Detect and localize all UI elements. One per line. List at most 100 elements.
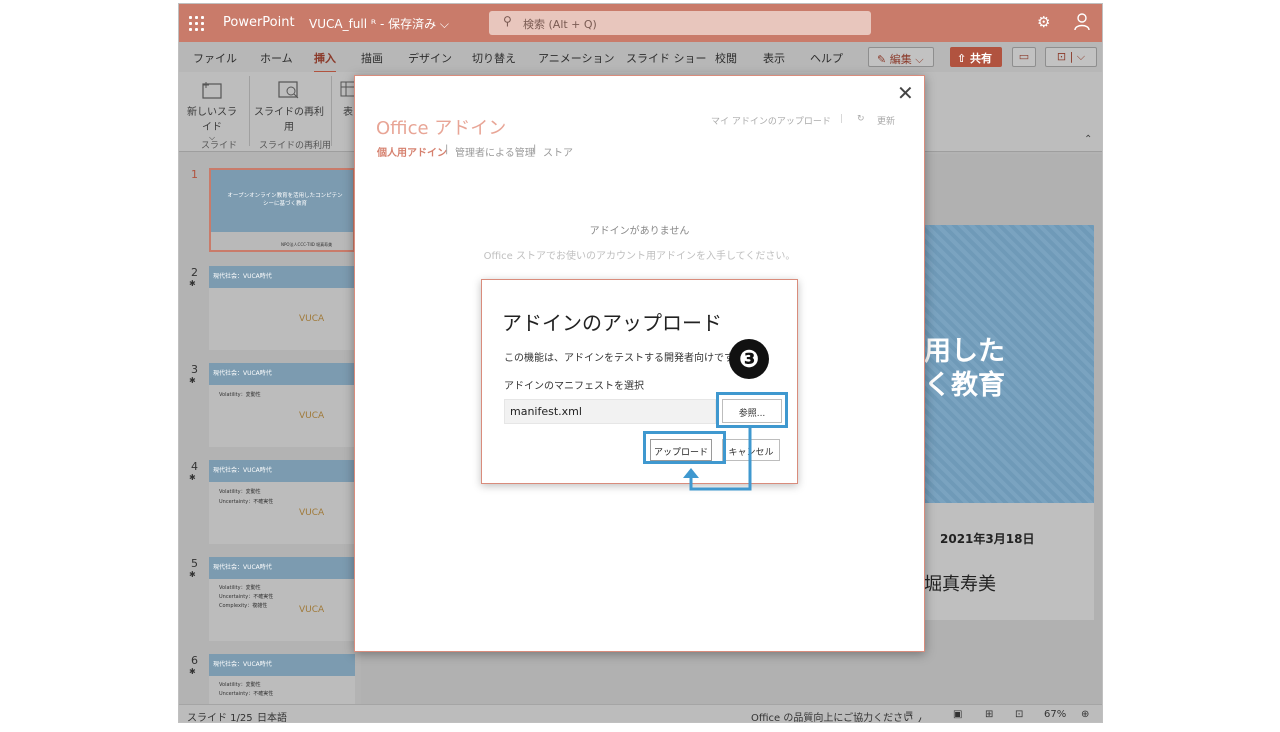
animation-star-icon: ✱ bbox=[189, 376, 196, 385]
fit-to-window-icon[interactable]: ⊕ bbox=[1081, 709, 1089, 720]
bullet-uncertainty: Uncertainty：不確実性 bbox=[219, 499, 274, 505]
slide-sorter-icon[interactable]: ⊞ bbox=[985, 709, 993, 720]
slide-thumbnail-panel: 1 オープンオンライン教育を活用したコンピテンシーに基づく教育 NPO法人CCC… bbox=[179, 154, 359, 722]
notes-label: ノート bbox=[913, 717, 924, 723]
normal-view-icon[interactable]: ▣ bbox=[953, 709, 962, 720]
tab-design[interactable]: デザイン bbox=[408, 50, 452, 66]
tab-review[interactable]: 校閲 bbox=[715, 50, 737, 66]
comments-icon[interactable]: ▭ bbox=[1012, 47, 1036, 67]
upload-my-addin-link[interactable]: マイ アドインのアップロード bbox=[711, 114, 831, 127]
bullet-uncertainty: Uncertainty：不確実性 bbox=[219, 594, 274, 600]
bullet-volatility: Volatility：変動性 bbox=[219, 585, 261, 591]
feedback-link[interactable]: Office の品質向上にご協力ください bbox=[751, 709, 913, 722]
new-slide-button[interactable]: 新しいスライド ⌵ bbox=[185, 80, 239, 143]
bullet-complexity: Complexity：複雑性 bbox=[219, 603, 268, 609]
new-slide-label: 新しいスライド bbox=[187, 107, 237, 133]
main-slide[interactable]: 用した く教育 2021年3月18日 堀真寿美 bbox=[924, 225, 1094, 620]
tab-transitions[interactable]: 切り替え bbox=[472, 50, 516, 66]
main-slide-title-line-2: く教育 bbox=[924, 369, 1005, 401]
tab-admin-managed[interactable]: 管理者による管理 bbox=[455, 144, 535, 159]
slide-thumbnail-3[interactable]: 現代社会：VUCA時代 Volatility：変動性 VUCA bbox=[209, 363, 355, 447]
edit-mode-button[interactable]: ✎ 編集 ⌵ bbox=[868, 47, 934, 67]
slide-title-band: 現代社会：VUCA時代 bbox=[209, 557, 355, 579]
tab-personal-addins[interactable]: 個人用アドイン bbox=[377, 144, 447, 159]
slide-thumbnail-2[interactable]: 現代社会：VUCA時代 VUCA bbox=[209, 266, 355, 350]
search-placeholder: 検索 (Alt + Q) bbox=[523, 18, 597, 31]
refresh-link[interactable]: 更新 bbox=[877, 114, 895, 127]
main-slide-date: 2021年3月18日 bbox=[940, 532, 1035, 546]
bullet-uncertainty: Uncertainty：不確実性 bbox=[219, 691, 274, 697]
tab-file[interactable]: ファイル bbox=[193, 50, 237, 66]
tab-view[interactable]: 表示 bbox=[763, 50, 785, 66]
slide-title-band: 現代社会：VUCA時代 bbox=[209, 363, 355, 385]
slide-counter: スライド 1/25 bbox=[187, 713, 253, 723]
ribbon-divider bbox=[331, 76, 332, 146]
collapse-ribbon-icon[interactable]: ⌃ bbox=[1084, 134, 1092, 145]
notes-button[interactable]: ≡ ノート bbox=[905, 709, 923, 722]
manifest-file-field[interactable]: manifest.xml bbox=[504, 399, 716, 424]
callout-arrow-icon bbox=[683, 426, 752, 491]
slide-thumbnail-5[interactable]: 現代社会：VUCA時代 Volatility：変動性 Uncertainty：不… bbox=[209, 557, 355, 641]
animation-star-icon: ✱ bbox=[189, 667, 196, 676]
language-indicator[interactable]: 日本語 bbox=[257, 709, 287, 722]
slide-title: 現代社会：VUCA時代 bbox=[213, 370, 272, 377]
slide-title: 現代社会：VUCA時代 bbox=[213, 467, 272, 474]
slide-title-band: 現代社会：VUCA時代 bbox=[209, 654, 355, 676]
search-box[interactable]: ⚲ 検索 (Alt + Q) bbox=[489, 11, 871, 35]
reuse-slide-label: スライドの再利用 bbox=[254, 107, 324, 133]
reading-view-icon[interactable]: ⊡ bbox=[1015, 709, 1023, 720]
empty-state-title: アドインがありません bbox=[589, 226, 690, 237]
slide-1-footer: NPO法人CCC-TIID 堀真寿美 bbox=[281, 242, 333, 247]
slide-number: 1 bbox=[191, 168, 198, 181]
search-icon: ⚲ bbox=[503, 14, 512, 28]
main-slide-title: 用した く教育 bbox=[924, 335, 1005, 403]
vuca-graphic: VUCA bbox=[299, 314, 325, 324]
upload-dialog-title: アドインのアップロード bbox=[502, 311, 722, 335]
tab-slideshow[interactable]: スライド ショー bbox=[626, 50, 707, 66]
slide-title-band: 現代社会：VUCA時代 bbox=[209, 266, 355, 288]
animation-star-icon: ✱ bbox=[189, 279, 196, 288]
tab-home[interactable]: ホーム bbox=[260, 50, 293, 66]
share-button[interactable]: ⇧ 共有 bbox=[950, 47, 1002, 67]
vuca-graphic: VUCA bbox=[299, 605, 325, 615]
app-name: PowerPoint bbox=[223, 15, 295, 30]
tab-insert[interactable]: 挿入 bbox=[314, 50, 336, 73]
title-bar: PowerPoint VUCA_full ᴿ - 保存済み ⌵ ⚲ 検索 (Al… bbox=[179, 4, 1102, 42]
slide-number: 4 bbox=[191, 460, 198, 473]
upload-dialog-description: この機能は、アドインをテストする開発者向けです bbox=[504, 353, 734, 364]
present-button[interactable]: ⊡ | ⌵ bbox=[1045, 47, 1097, 67]
animation-star-icon: ✱ bbox=[189, 570, 196, 579]
tab-store[interactable]: ストア bbox=[543, 144, 573, 159]
tab-animations[interactable]: アニメーション bbox=[538, 50, 615, 66]
slide-thumbnail-1[interactable]: オープンオンライン教育を活用したコンピテンシーに基づく教育 NPO法人CCC-T… bbox=[209, 168, 355, 252]
group-label-slides: スライド bbox=[201, 141, 238, 151]
close-icon[interactable]: ✕ bbox=[897, 81, 914, 105]
document-title[interactable]: VUCA_full ᴿ - 保存済み ⌵ bbox=[309, 15, 449, 32]
animation-star-icon: ✱ bbox=[189, 473, 196, 482]
slide-title: 現代社会：VUCA時代 bbox=[213, 564, 272, 571]
slide-number: 3 bbox=[191, 363, 198, 376]
step-number: ❸ bbox=[738, 345, 760, 373]
tab-draw[interactable]: 描画 bbox=[361, 50, 383, 66]
vuca-graphic: VUCA bbox=[299, 411, 325, 421]
app-launcher-icon[interactable] bbox=[189, 16, 205, 32]
edit-mode-label: 編集 ⌵ bbox=[889, 53, 924, 66]
main-slide-author: 堀真寿美 bbox=[924, 574, 996, 595]
reuse-slide-button[interactable]: スライドの再利用 bbox=[253, 80, 325, 133]
new-slide-icon bbox=[202, 82, 222, 99]
tab-help[interactable]: ヘルプ bbox=[810, 50, 843, 66]
group-label-reuse: スライドの再利用 bbox=[259, 141, 332, 151]
bullet-volatility: Volatility：変動性 bbox=[219, 392, 261, 398]
slide-number: 5 bbox=[191, 557, 198, 570]
slide-title: 現代社会：VUCA時代 bbox=[213, 273, 272, 280]
manifest-label: アドインのマニフェストを選択 bbox=[504, 381, 644, 392]
step-number-badge: ❸ bbox=[729, 339, 769, 379]
empty-state-description: Office ストアでお使いのアカウント用アドインを入手してください。 bbox=[483, 251, 796, 262]
settings-gear-icon[interactable]: ⚙ bbox=[1037, 13, 1050, 31]
slide-thumbnail-4[interactable]: 現代社会：VUCA時代 Volatility：変動性 Uncertainty：不… bbox=[209, 460, 355, 544]
slide-title: 現代社会：VUCA時代 bbox=[213, 661, 272, 668]
refresh-icon[interactable]: ↻ bbox=[857, 114, 865, 124]
nav-separator: | bbox=[445, 144, 449, 155]
account-icon[interactable] bbox=[1074, 13, 1090, 31]
zoom-level[interactable]: 67% bbox=[1044, 709, 1066, 720]
